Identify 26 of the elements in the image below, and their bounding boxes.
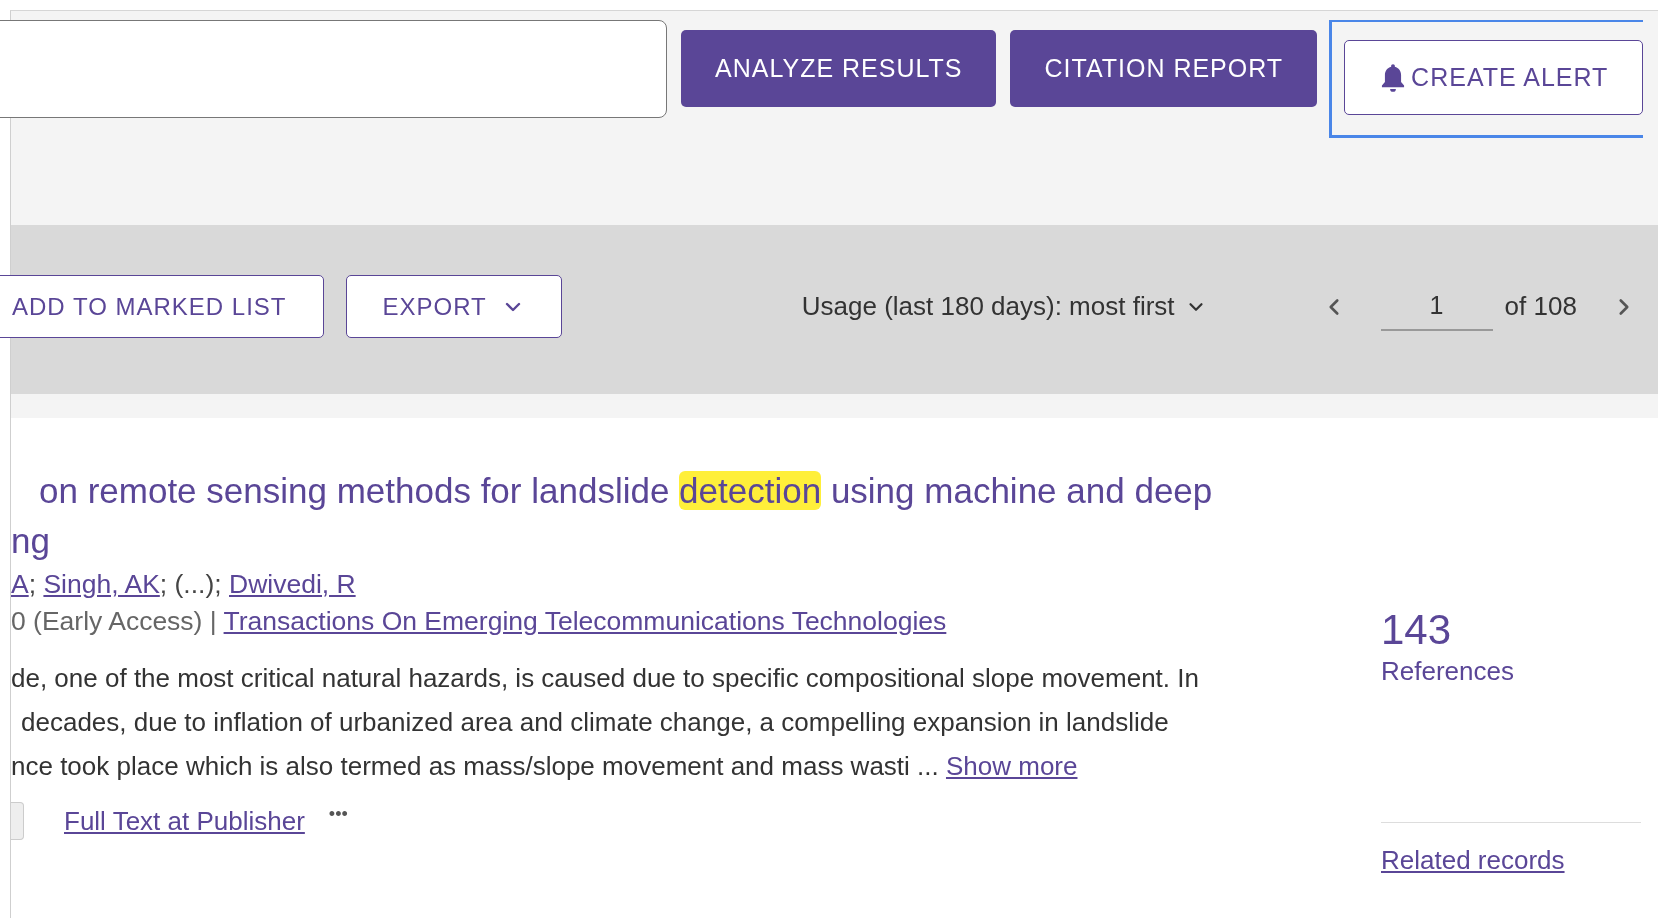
show-more-link[interactable]: Show more xyxy=(946,751,1078,781)
action-button[interactable]: CITATION REPORT xyxy=(1010,30,1318,107)
export-button[interactable]: EXPORT xyxy=(345,275,562,338)
related-records-link[interactable]: Related records xyxy=(1381,845,1641,876)
abstract-text: nce took place which is also termed as mass/slope movement and mass wasti ... Show more xyxy=(11,750,1079,783)
abstract-text: de, one of the most critical natural hazards, is caused due to specific compositional slope movement. In xyxy=(11,662,1200,695)
author-link[interactable]: Dwivedi, R xyxy=(229,569,356,599)
journal-link[interactable]: Transactions On Emerging Telecommunications Technologies xyxy=(223,606,947,636)
sort-dropdown[interactable]: Usage (last 180 days): most first xyxy=(801,291,1207,322)
search-field[interactable] xyxy=(0,20,667,118)
references-count[interactable]: 143 xyxy=(1381,606,1641,654)
source-line: 0 (Early Access) | Transactions On Emerging Telecommunications Technologies xyxy=(11,605,948,638)
page-number-field[interactable]: 1 xyxy=(1380,282,1493,331)
author-link[interactable]: Singh, AK xyxy=(43,569,160,599)
result-title[interactable]: ng xyxy=(11,516,1351,566)
page-count: of 108 xyxy=(1504,291,1577,322)
author-list: A; Singh, AK; (...); Dwivedi, R xyxy=(11,566,1351,603)
action-button[interactable]: ANALYZE RESULTS xyxy=(681,30,997,107)
references-link[interactable]: References xyxy=(1381,654,1641,688)
create-alert-button[interactable]: CREATE ALERT xyxy=(1344,40,1644,115)
add-to-marked-list-button[interactable]: ADD TO MARKED LIST xyxy=(0,275,324,338)
result-title[interactable]: on remote sensing methods for landslide detection using machine and deep xyxy=(39,466,1351,516)
full-text-link[interactable]: Full Text at Publisher xyxy=(64,805,305,837)
more-options-button[interactable]: ••• xyxy=(328,803,348,825)
author-link[interactable]: A xyxy=(11,569,29,599)
abstract-text: decades, due to inflation of urbanized area and climate change, a compelling expansion in landslide xyxy=(21,706,1170,739)
